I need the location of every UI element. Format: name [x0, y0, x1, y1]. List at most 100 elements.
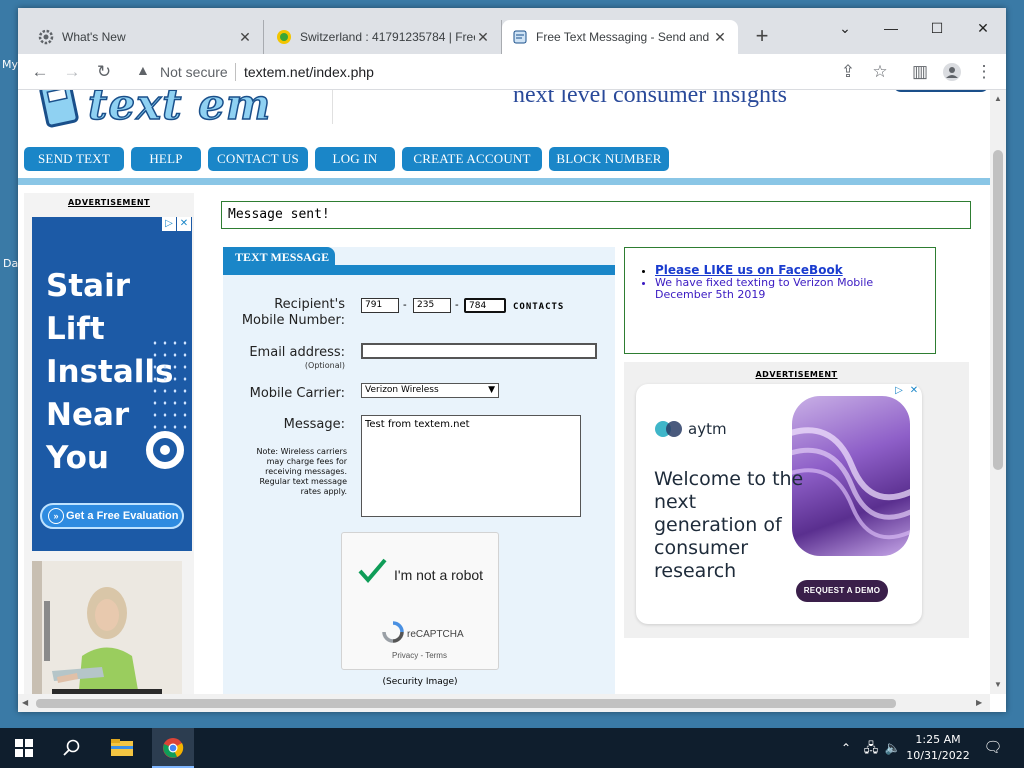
kebab-menu-icon[interactable]: ⋮	[970, 58, 998, 86]
forward-arrow-icon[interactable]: →	[58, 58, 86, 86]
page-viewport: text em next level consumer insights SEN…	[18, 90, 990, 694]
desktop-icon-label[interactable]: Da	[3, 257, 18, 270]
double-chevron-icon: »	[48, 508, 64, 524]
recaptcha-widget[interactable]: I'm not a robot reCAPTCHA Privacy - Term…	[341, 532, 499, 670]
phone-separator: -	[403, 299, 407, 311]
tab-free-text-messaging[interactable]: Free Text Messaging - Send and ✕	[502, 20, 738, 54]
facebook-link[interactable]: Please LIKE us on FaceBook	[655, 263, 843, 277]
scroll-up-icon[interactable]: ▲	[994, 94, 1002, 103]
ad-artwork	[792, 396, 910, 556]
security-label[interactable]: Not secure	[160, 64, 228, 80]
notification-icon[interactable]: 🗨	[980, 728, 1006, 768]
scroll-thumb[interactable]	[36, 699, 896, 708]
aytm-ad[interactable]: ▷ ✕ aytm Welcome to the next generation …	[636, 384, 922, 624]
nav-log-in[interactable]: LOG IN	[315, 147, 395, 171]
message-textarea[interactable]: Test from textem.net	[361, 415, 581, 517]
close-icon[interactable]: ✕	[712, 29, 728, 46]
email-label: Email address:	[249, 345, 345, 360]
email-optional-note: (Optional)	[304, 361, 345, 370]
close-icon[interactable]: ✕	[237, 29, 253, 46]
file-explorer-icon[interactable]	[104, 728, 140, 768]
start-windows-icon[interactable]	[6, 728, 42, 768]
nav-block-number[interactable]: BLOCK NUMBER	[549, 147, 669, 171]
new-tab-button[interactable]: +	[749, 24, 775, 50]
clock-date: 10/31/2022	[906, 749, 970, 762]
scroll-down-icon[interactable]: ▼	[994, 680, 1002, 689]
globe-favicon-icon	[277, 30, 291, 44]
ad-copy: Welcome to the next generation of consum…	[654, 468, 804, 582]
tab-title: Free Text Messaging - Send and	[536, 30, 710, 44]
phone-prefix-input[interactable]: 235	[413, 298, 451, 313]
carrier-select[interactable]: Verizon Wireless ▼	[361, 383, 499, 398]
back-arrow-icon[interactable]: ←	[26, 58, 54, 86]
search-icon[interactable]	[54, 728, 90, 768]
news-box: Please LIKE us on FaceBook We have fixed…	[624, 247, 936, 354]
header-divider	[18, 178, 990, 185]
banner-button[interactable]	[893, 90, 989, 92]
phone-logo-icon	[39, 90, 79, 128]
scroll-right-icon[interactable]: ▶	[976, 698, 982, 707]
browser-window: What's New ✕ Switzerland : 41791235784 |…	[18, 8, 1006, 712]
site-logo[interactable]: text em	[30, 90, 310, 132]
right-ad-column: ADVERTISEMENT ▷ ✕ aytm Welcome to the ne…	[624, 362, 969, 638]
ad-close-icon[interactable]: ✕	[907, 384, 921, 398]
tab-search-icon[interactable]: ⌄	[822, 14, 868, 42]
recipient-label-line1: Recipient's	[274, 297, 345, 312]
address-bar[interactable]: ▲ Not secure textem.net/index.php	[126, 58, 926, 86]
system-clock[interactable]: 1:25 AM 10/31/2022	[904, 732, 972, 764]
carrier-selected-value: Verizon Wireless	[365, 385, 439, 395]
nav-contact-us[interactable]: CONTACT US	[208, 147, 308, 171]
recaptcha-logo-icon	[382, 621, 404, 643]
url-text[interactable]: textem.net/index.php	[244, 64, 374, 80]
maximize-icon[interactable]: ☐	[914, 14, 960, 42]
reload-icon[interactable]: ↻	[90, 58, 118, 86]
phone-line-input[interactable]: 784	[464, 298, 506, 313]
ad-brand-ring-icon	[146, 431, 184, 469]
ad-cta-button[interactable]: » Get a Free Evaluation	[40, 503, 184, 529]
list-item: We have fixed texting to Verizon Mobile …	[655, 277, 915, 301]
captcha-privacy-terms[interactable]: Privacy - Terms	[392, 651, 447, 660]
nav-create-account[interactable]: CREATE ACCOUNT	[402, 147, 542, 171]
taskbar: ⌃ 🖧 🔈 1:25 AM 10/31/2022 🗨	[0, 728, 1024, 768]
bookmark-star-icon[interactable]: ☆	[866, 58, 894, 86]
email-field[interactable]	[361, 343, 597, 359]
tab-switzerland[interactable]: Switzerland : 41791235784 | Free ✕	[266, 20, 502, 54]
ad-cta-label: Get a Free Evaluation	[66, 510, 179, 522]
window-close-icon[interactable]: ✕	[960, 14, 1006, 42]
phone-area-input[interactable]: 791	[361, 298, 399, 313]
profile-avatar-icon[interactable]	[938, 58, 966, 86]
chrome-taskbar-icon[interactable]	[152, 728, 194, 768]
volume-icon[interactable]: 🔈	[882, 728, 904, 768]
form-tab-label: TEXT MESSAGE	[223, 247, 335, 267]
desktop-icon-label[interactable]: My	[2, 58, 18, 71]
stair-lift-ad[interactable]: ▷ ✕ Stair Lift Installs Near You » Get a…	[32, 217, 192, 551]
tab-whats-new[interactable]: What's New ✕	[28, 20, 264, 54]
warning-triangle-icon[interactable]: ▲	[136, 62, 150, 78]
checkmark-icon[interactable]	[356, 555, 388, 587]
minimize-icon[interactable]: —	[868, 14, 914, 42]
security-image-label: (Security Image)	[382, 677, 458, 687]
request-demo-button[interactable]: REQUEST A DEMO	[796, 580, 888, 602]
aytm-logo-icon	[655, 421, 682, 437]
tab-strip: What's New ✕ Switzerland : 41791235784 |…	[18, 8, 1006, 54]
nav-send-text[interactable]: SEND TEXT	[24, 147, 124, 171]
vertical-scrollbar[interactable]: ▲ ▼	[990, 90, 1006, 694]
chevron-up-icon[interactable]: ⌃	[836, 728, 856, 768]
scroll-left-icon[interactable]: ◀	[22, 698, 28, 707]
network-icon[interactable]: 🖧	[860, 728, 882, 768]
nav-help[interactable]: HELP	[131, 147, 201, 171]
horizontal-scrollbar[interactable]: ◀ ▶	[18, 694, 990, 712]
contacts-link[interactable]: CONTACTS	[513, 302, 564, 312]
ad-choices-icon[interactable]: ▷	[162, 217, 176, 231]
ad-close-icon[interactable]: ✕	[177, 217, 191, 231]
scroll-thumb[interactable]	[993, 150, 1003, 470]
dot-pattern	[150, 337, 190, 437]
share-icon[interactable]: ⇪	[834, 58, 862, 86]
stair-lift-photo[interactable]	[32, 561, 182, 694]
ad-choices-icon[interactable]: ▷	[892, 384, 906, 398]
recipient-label-line2: Mobile Number:	[241, 313, 345, 328]
top-banner-ad[interactable]: next level consumer insights	[332, 90, 990, 124]
close-icon[interactable]: ✕	[475, 29, 491, 46]
side-panel-icon[interactable]: ▥	[906, 58, 934, 86]
logo-wordmark: text em	[87, 90, 272, 130]
